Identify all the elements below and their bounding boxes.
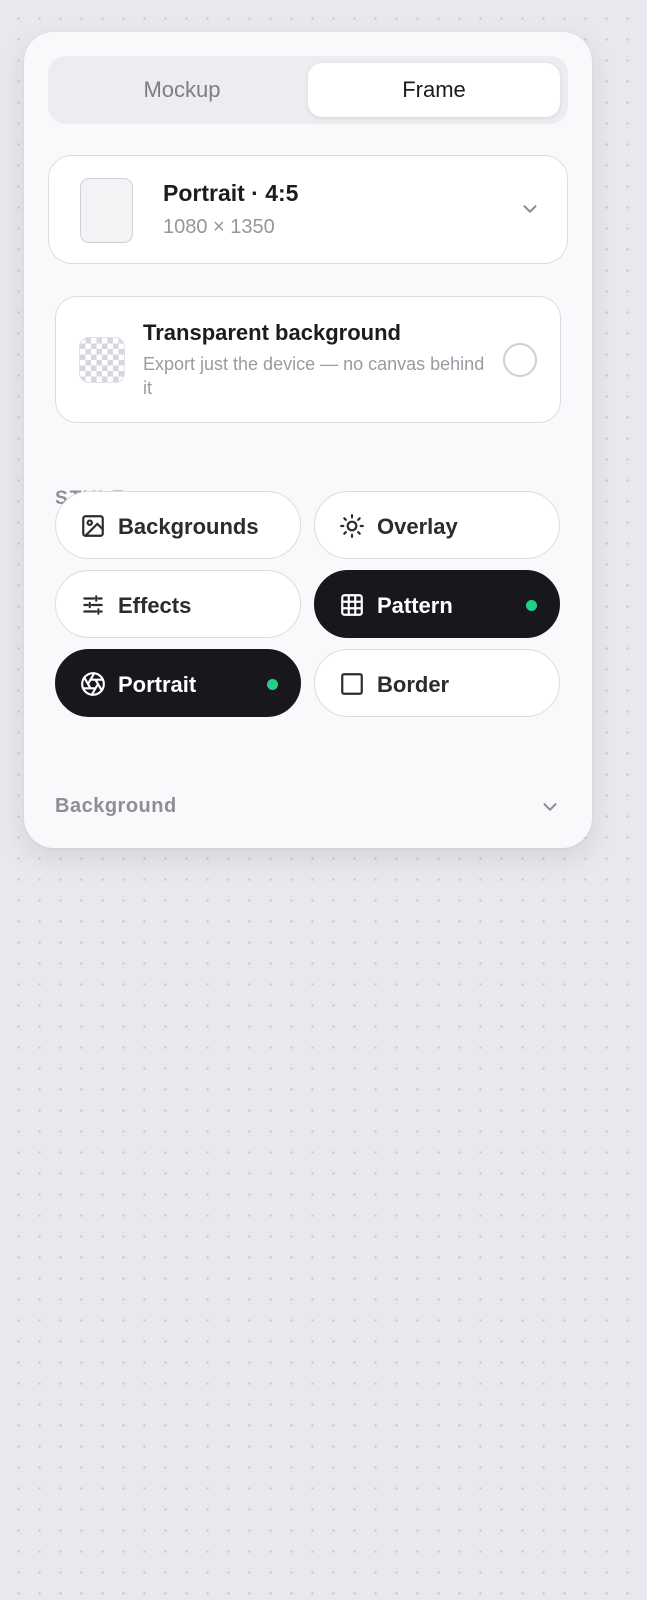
canvas-size-title: Portrait · 4:5 (163, 180, 299, 206)
style-chip-border[interactable]: Border (314, 649, 560, 717)
tab-frame[interactable]: Frame (308, 63, 560, 117)
mode-segmented-control: Mockup Frame (48, 56, 568, 124)
tab-mockup[interactable]: Mockup (56, 63, 308, 117)
chevron-down-icon (543, 803, 557, 811)
style-chip-label: Backgrounds (118, 514, 259, 539)
style-chip-label: Effects (118, 593, 192, 618)
checkerboard-icon (79, 337, 125, 383)
image-icon (82, 515, 104, 537)
canvas-size-dropdown[interactable]: Portrait · 4:5 1080 × 1350 (48, 155, 568, 264)
style-chip-overlay[interactable]: Overlay (314, 491, 560, 559)
frame-settings-panel: Mockup Frame Portrait · 4:5 1080 × 1350 … (24, 32, 592, 848)
square-icon (341, 673, 363, 695)
background-section-label: Background (55, 795, 177, 817)
transparent-background-title: Transparent background (143, 320, 401, 345)
active-indicator-dot (267, 679, 278, 690)
style-chip-pattern[interactable]: Pattern (314, 570, 560, 638)
canvas-size-dimensions: 1080 × 1350 (163, 216, 275, 238)
transparent-background-radio[interactable] (503, 343, 537, 377)
aspect-ratio-thumbnail (80, 178, 133, 243)
style-chip-label: Border (377, 672, 450, 697)
style-chip-label: Portrait (118, 672, 197, 697)
style-chip-label: Overlay (377, 514, 458, 539)
sliders-icon (83, 595, 103, 615)
style-chip-effects[interactable]: Effects (55, 570, 301, 638)
aperture-icon (81, 672, 105, 696)
sun-icon (340, 514, 364, 538)
background-section-toggle[interactable]: Background (55, 792, 561, 824)
style-chip-portrait[interactable]: Portrait (55, 649, 301, 717)
grid-icon (341, 594, 363, 616)
style-chip-label: Pattern (377, 593, 453, 618)
transparent-background-option[interactable]: Transparent background Export just the d… (55, 296, 561, 423)
active-indicator-dot (526, 600, 537, 611)
chevron-down-icon (523, 205, 537, 213)
style-chip-backgrounds[interactable]: Backgrounds (55, 491, 301, 559)
transparent-background-description: Export just the device — no canvas behin… (143, 354, 485, 398)
